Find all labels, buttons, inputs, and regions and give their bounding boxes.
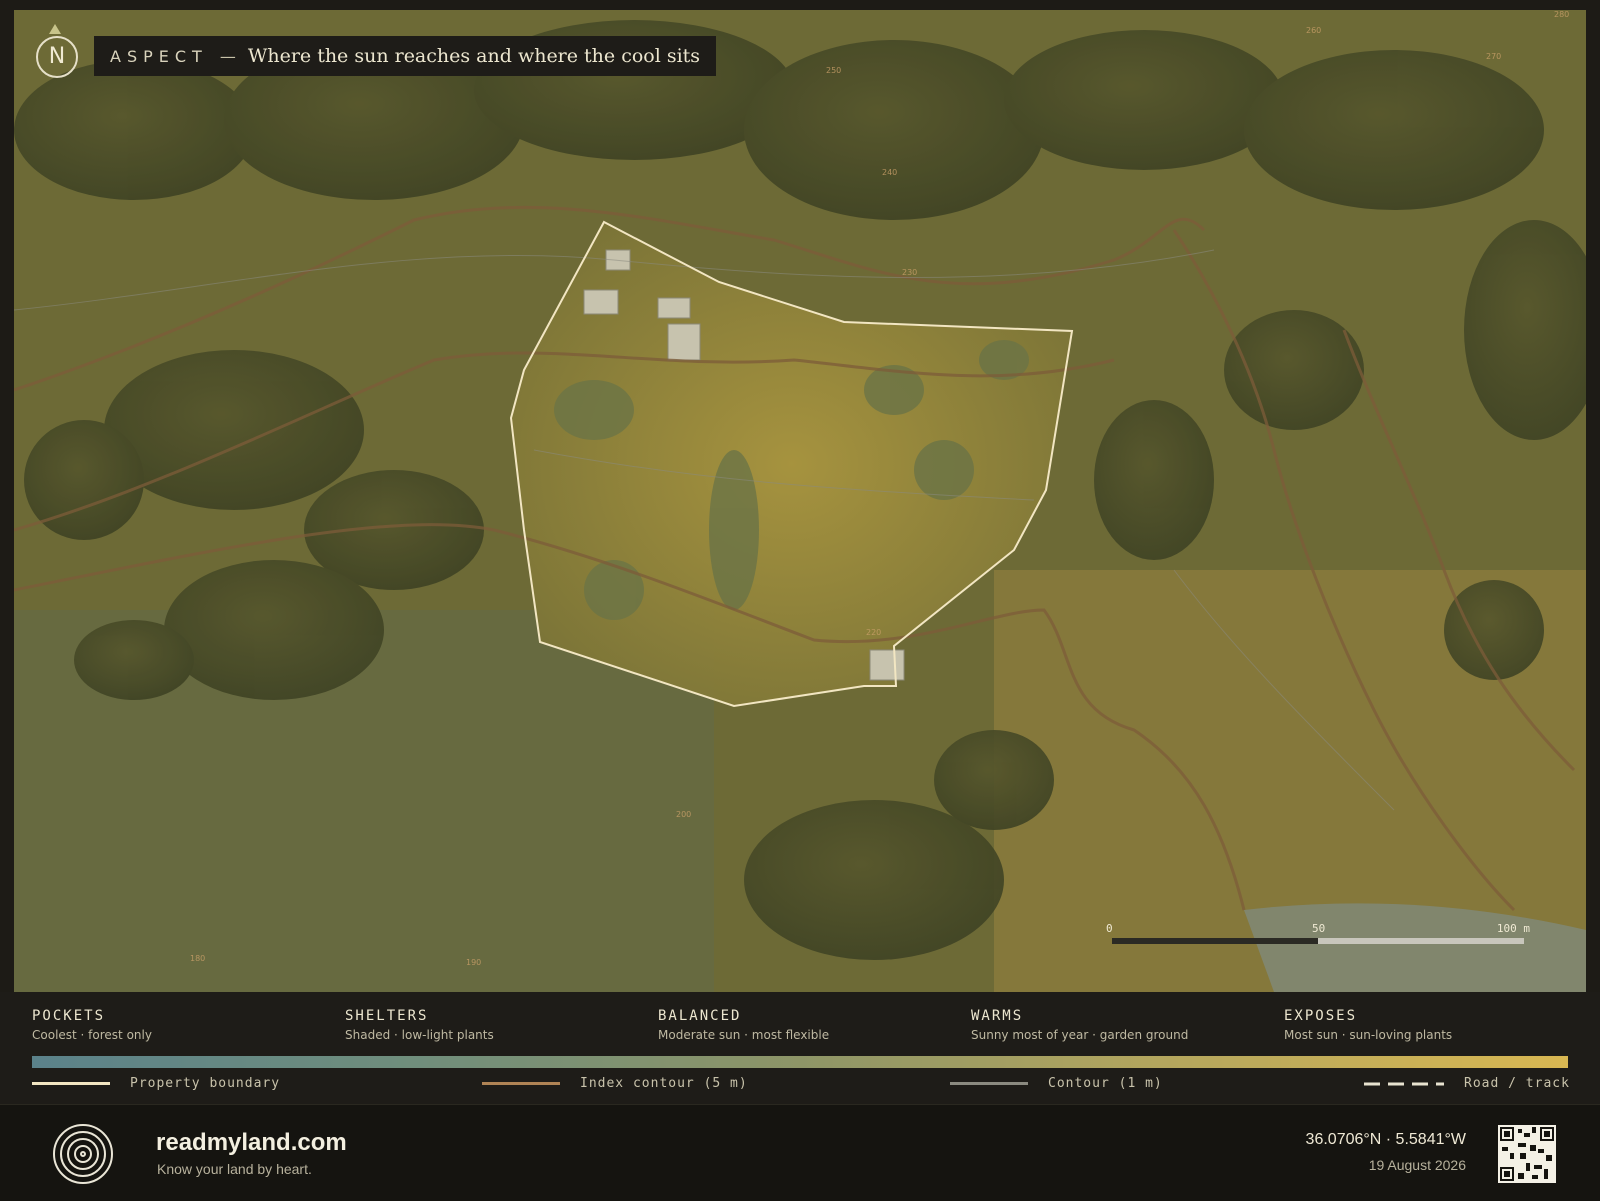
contour-label: 190 xyxy=(466,958,482,967)
category-desc: Most sun · sun-loving plants xyxy=(1284,1028,1453,1042)
category-name: EXPOSES xyxy=(1284,1008,1358,1024)
category-name: POCKETS xyxy=(32,1008,106,1024)
key-road-track: Road / track xyxy=(1364,1076,1570,1091)
contour-swatch xyxy=(950,1082,1028,1085)
title-subtitle: Where the sun reaches and where the cool… xyxy=(247,45,701,67)
legend-category-shelters: SHELTERS Shaded · low-light plants xyxy=(345,1008,494,1042)
brand-name[interactable]: readmyland.com xyxy=(156,1129,347,1157)
aspect-gradient-bar xyxy=(32,1056,1568,1068)
aerial-map[interactable]: N ASPECT — Where the sun reaches and whe… xyxy=(14,10,1586,992)
category-desc: Coolest · forest only xyxy=(32,1028,152,1042)
north-arrow: N xyxy=(34,22,82,82)
key-label: Road / track xyxy=(1464,1076,1570,1091)
north-arrow-icon xyxy=(49,24,61,34)
legend-panel: POCKETS Coolest · forest only SHELTERS S… xyxy=(0,992,1600,1104)
contour-label: 260 xyxy=(1306,26,1322,35)
legend-category-balanced: BALANCED Moderate sun · most flexible xyxy=(658,1008,829,1042)
category-desc: Moderate sun · most flexible xyxy=(658,1028,830,1042)
legend-category-warms: WARMS Sunny most of year · garden ground xyxy=(971,1008,1188,1042)
category-name: WARMS xyxy=(971,1008,1024,1024)
contour-label: 270 xyxy=(1486,52,1502,61)
scale-segment-light xyxy=(1318,938,1524,944)
title-separator: — xyxy=(219,46,236,66)
scale-segment-dark xyxy=(1112,938,1318,944)
key-label: Contour (1 m) xyxy=(1048,1076,1163,1091)
title-keyword: ASPECT xyxy=(110,46,208,66)
brand-tagline: Know your land by heart. xyxy=(157,1161,312,1177)
contour-label: 280 xyxy=(1554,10,1570,19)
road-dash-swatch xyxy=(1364,1082,1444,1085)
qr-code-icon[interactable] xyxy=(1498,1125,1556,1183)
category-name: BALANCED xyxy=(658,1008,742,1024)
contour-label: 220 xyxy=(866,628,882,637)
scale-label-100: 100 m xyxy=(1496,922,1530,935)
boundary-line-swatch xyxy=(32,1082,110,1085)
index-contour-swatch xyxy=(482,1082,560,1085)
category-desc: Shaded · low-light plants xyxy=(345,1028,494,1042)
contour-label: 240 xyxy=(882,168,898,177)
scale-label-0: 0 xyxy=(1106,922,1113,935)
scale-bar: 0 50 100 m xyxy=(1106,922,1530,948)
fingerprint-logo-icon xyxy=(53,1124,113,1184)
category-desc: Sunny most of year · garden ground xyxy=(971,1028,1189,1042)
contour-label: 200 xyxy=(676,810,692,819)
map-title: ASPECT — Where the sun reaches and where… xyxy=(94,36,717,76)
scale-label-50: 50 xyxy=(1312,922,1326,935)
footer: readmyland.com Know your land by heart. … xyxy=(0,1104,1600,1201)
coordinates: 36.0706°N · 5.5841°W xyxy=(1305,1131,1466,1148)
legend-category-pockets: POCKETS Coolest · forest only xyxy=(32,1008,152,1042)
map-date: 19 August 2026 xyxy=(1368,1157,1466,1173)
key-label: Index contour (5 m) xyxy=(580,1076,748,1091)
key-contour: Contour (1 m) xyxy=(950,1076,1163,1091)
key-property-boundary: Property boundary xyxy=(32,1076,280,1091)
north-label: N xyxy=(36,36,78,78)
contour-label: 250 xyxy=(826,66,842,75)
key-label: Property boundary xyxy=(130,1076,281,1091)
contour-label: 180 xyxy=(190,954,206,963)
legend-category-exposes: EXPOSES Most sun · sun-loving plants xyxy=(1284,1008,1452,1042)
category-name: SHELTERS xyxy=(345,1008,429,1024)
map-canvas xyxy=(14,10,1586,992)
key-index-contour: Index contour (5 m) xyxy=(482,1076,748,1091)
contour-label: 230 xyxy=(902,268,918,277)
